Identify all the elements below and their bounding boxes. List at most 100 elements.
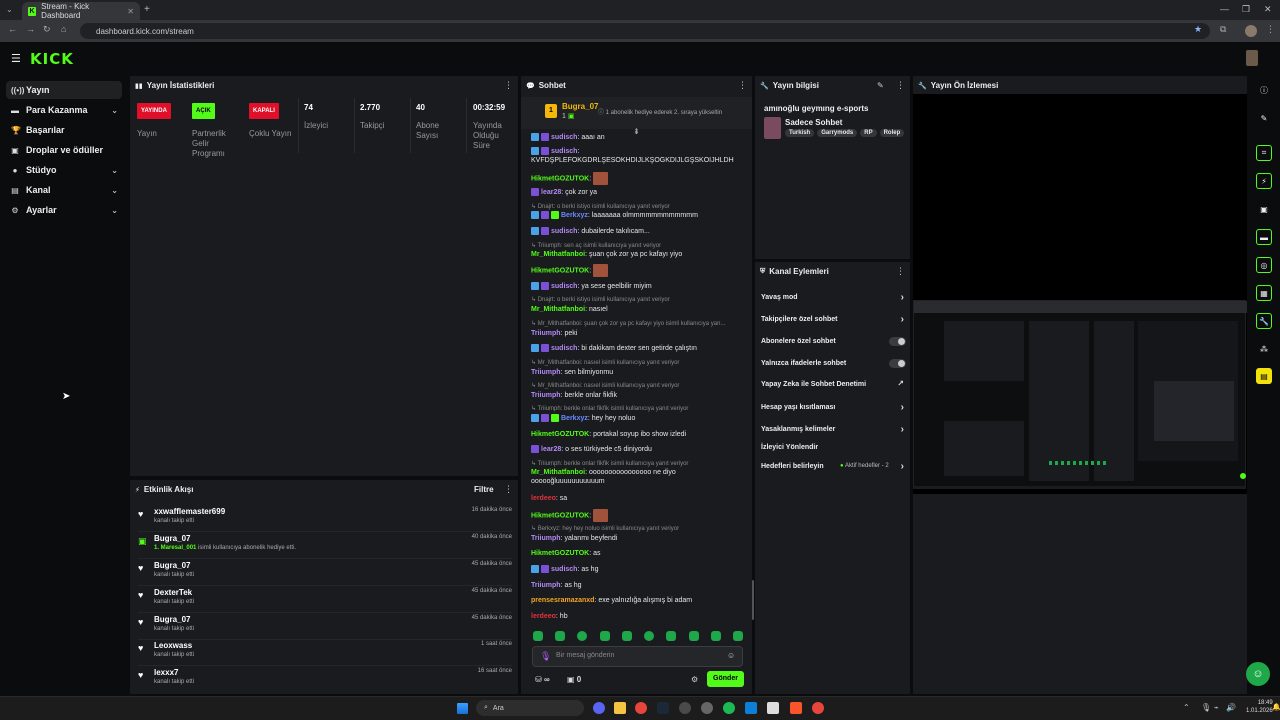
sidebar-item-basarilar[interactable]: 🏆 Başarılar <box>6 121 122 139</box>
layout-icon[interactable]: ▦ <box>1256 285 1272 301</box>
emote-icon[interactable] <box>533 631 543 641</box>
chat-user[interactable]: Mr_Mithatfanboi <box>531 469 585 476</box>
toggle-switch[interactable] <box>889 359 906 368</box>
chrome-icon[interactable] <box>635 702 647 714</box>
clock[interactable]: 18:49 1.01.2026 <box>1246 699 1273 715</box>
network-icon[interactable]: ⌁ <box>1214 703 1219 712</box>
emote-icon[interactable] <box>710 631 721 641</box>
events-menu-icon[interactable]: ⋮ <box>504 484 513 495</box>
chat-scrollbar[interactable] <box>752 580 754 620</box>
hamburger-menu-icon[interactable]: ☰ <box>11 52 21 65</box>
profile-avatar[interactable] <box>1245 25 1257 37</box>
chat-user[interactable]: HikmetGOZUTOK <box>531 512 589 519</box>
users-icon[interactable]: ⁂ <box>1256 341 1272 357</box>
chat-user[interactable]: Berkxyz <box>561 212 588 219</box>
app-icon[interactable] <box>701 702 713 714</box>
support-chat-icon[interactable]: ☺ <box>1246 662 1270 686</box>
emote-icon[interactable] <box>644 631 655 641</box>
home-icon[interactable]: ⌂ <box>61 24 66 34</box>
forward-icon[interactable]: → <box>26 24 35 34</box>
action-slow-mode[interactable]: Yavaş mod › <box>761 292 906 303</box>
chat-user[interactable]: Triiumph <box>531 369 561 376</box>
tab-close-icon[interactable]: ✕ <box>127 7 134 16</box>
chat-user[interactable]: HikmetGOZUTOK <box>531 267 589 274</box>
chat-user[interactable]: Triiumph <box>531 330 561 337</box>
chat-user[interactable]: lerdeeo <box>531 613 556 620</box>
chat-user[interactable]: sudisch <box>551 566 577 573</box>
chat-user[interactable]: sudisch <box>551 283 577 290</box>
volume-icon[interactable]: 🔊 <box>1226 703 1236 712</box>
broadcast-icon[interactable]: ◎ <box>1256 257 1272 273</box>
emote-icon[interactable] <box>599 631 610 641</box>
chat-user[interactable]: sudisch <box>551 148 577 155</box>
emote-icon[interactable] <box>577 631 588 641</box>
chat-icon[interactable]: ▬ <box>1256 229 1272 245</box>
sidebar-item-studyo[interactable]: ● Stüdyo ⌄ <box>6 161 122 179</box>
chat-user[interactable]: Triiumph <box>531 582 561 589</box>
file-explorer-icon[interactable] <box>614 702 626 714</box>
vscode-icon[interactable] <box>745 702 757 714</box>
chat-user[interactable]: lear28 <box>541 189 561 196</box>
new-tab-icon[interactable]: + <box>144 4 150 15</box>
send-button[interactable]: Gönder <box>707 671 744 687</box>
app-icon[interactable] <box>767 702 779 714</box>
bookmark-star-icon[interactable]: ★ <box>1194 24 1202 35</box>
chat-user[interactable]: sudisch <box>551 134 577 141</box>
action-ai-moderation[interactable]: Yapay Zeka ile Sohbet Denetimi ↗ <box>761 379 906 388</box>
clapperboard-icon[interactable]: ▤ <box>1256 368 1272 384</box>
start-icon[interactable] <box>457 703 468 714</box>
action-account-age[interactable]: Hesap yaşı kısıtlaması › <box>761 402 906 413</box>
chat-user[interactable]: prensesramazanxd <box>531 597 594 604</box>
event-user[interactable]: DexterTek <box>154 588 192 597</box>
maximize-icon[interactable]: ❐ <box>1242 4 1250 15</box>
chat-user[interactable]: HikmetGOZUTOK <box>531 175 589 182</box>
event-user[interactable]: Bugra_07 <box>154 615 190 624</box>
chat-user[interactable]: Triiumph <box>531 535 561 542</box>
chat-user[interactable]: Mr_Mithatfanboi <box>531 306 585 313</box>
category-name[interactable]: Sadece Sohbet <box>785 118 842 127</box>
sidebar-item-para-kazanma[interactable]: ▬ Para Kazanma ⌄ <box>6 101 122 119</box>
action-goals[interactable]: Hedefleri belirleyin ● Aktif hedefler - 2… <box>761 461 906 472</box>
emote-icon[interactable] <box>688 631 699 641</box>
chat-user[interactable]: sudisch <box>551 228 577 235</box>
sidebar-item-kanal[interactable]: ▤ Kanal ⌄ <box>6 181 122 199</box>
wrench-icon[interactable]: 🔧 <box>1256 313 1272 329</box>
flash-icon[interactable]: ⚡ <box>1256 173 1272 189</box>
points-display[interactable]: ⛁ ∞ <box>535 675 550 684</box>
action-raid[interactable]: İzleyici Yönlendir <box>761 444 906 451</box>
url-input[interactable]: dashboard.kick.com/stream <box>80 23 1210 39</box>
action-followers-only[interactable]: Takipçilere özel sohbet › <box>761 314 906 325</box>
edit-icon[interactable]: ✎ <box>1256 110 1272 126</box>
chat-user[interactable]: Triiumph <box>531 392 561 399</box>
chat-menu-icon[interactable]: ⋮ <box>738 80 747 91</box>
edit-icon[interactable]: ✎ <box>877 81 884 90</box>
chat-user[interactable]: sudisch <box>551 345 577 352</box>
stats-menu-icon[interactable]: ⋮ <box>504 80 513 91</box>
info-icon[interactable]: ⓘ <box>1256 82 1272 98</box>
event-user[interactable]: lexxx7 <box>154 668 178 677</box>
event-user[interactable]: Bugra_07 <box>154 561 190 570</box>
taskbar-search[interactable]: ⌕ Ara <box>476 700 584 716</box>
notification-icon[interactable]: 🔔 <box>1272 703 1280 711</box>
reload-icon[interactable]: ↻ <box>43 24 51 35</box>
kick-logo[interactable]: KICK <box>30 50 74 68</box>
back-icon[interactable]: ← <box>8 24 17 34</box>
extensions-icon[interactable]: ⧉ <box>1220 24 1226 35</box>
chat-settings-icon[interactable]: ⚙ <box>691 675 698 684</box>
toggle-switch[interactable] <box>889 337 906 346</box>
action-banned-words[interactable]: Yasaklanmış kelimeler › <box>761 424 906 435</box>
emote-icon[interactable] <box>666 631 677 641</box>
microphone-tray-icon[interactable]: 🎙 <box>1201 703 1211 712</box>
app-icon[interactable] <box>679 702 691 714</box>
spotify-icon[interactable] <box>723 702 735 714</box>
minimize-icon[interactable]: — <box>1220 4 1229 14</box>
microphone-icon[interactable]: 🎙 <box>540 651 551 662</box>
tray-chevron-icon[interactable]: ⌃ <box>1183 703 1190 712</box>
chat-user[interactable]: lear28 <box>541 446 561 453</box>
event-user[interactable]: xxwafflemaster699 <box>154 507 225 516</box>
browser-tab[interactable]: K Stream - Kick Dashboard ✕ <box>22 2 140 20</box>
sidebar-item-droplar[interactable]: ▣ Droplar ve ödüller <box>6 141 122 159</box>
chat-user[interactable]: Mr_Mithatfanboi <box>531 251 585 258</box>
emoji-icon[interactable]: ☺ <box>727 651 735 660</box>
browser-menu-icon[interactable]: ⋮ <box>1266 24 1275 35</box>
